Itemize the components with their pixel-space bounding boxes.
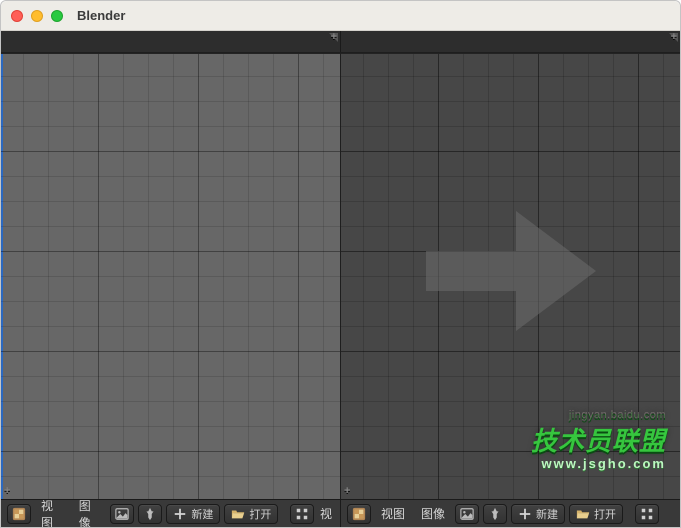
- uv-select-mode-button[interactable]: [290, 504, 314, 524]
- toolbar-left: 视图 图像 新建: [1, 500, 340, 527]
- open-image-label: 打开: [594, 506, 616, 522]
- uv-image-editor-icon: [12, 507, 26, 521]
- header-strip-left: +: [1, 31, 340, 52]
- arrow-right-overlay: [416, 196, 606, 346]
- uv-select-mode-button[interactable]: [635, 504, 659, 524]
- plus-icon: [173, 507, 187, 521]
- browse-image-button[interactable]: [110, 504, 134, 524]
- image-browse-icon: [460, 507, 474, 521]
- new-image-button[interactable]: 新建: [166, 504, 220, 524]
- add-region-icon[interactable]: +: [344, 486, 350, 497]
- image-browse-icon: [115, 507, 129, 521]
- titlebar: Blender: [1, 1, 680, 31]
- add-region-icon[interactable]: +: [331, 32, 337, 43]
- editor-type-selector[interactable]: [7, 504, 31, 524]
- pin-button[interactable]: [138, 504, 162, 524]
- window-maximize-button[interactable]: [51, 10, 63, 22]
- app-window: Blender + + + + jingyan.baidu.: [0, 0, 681, 528]
- footer-toolbars: 视图 图像 新建: [1, 499, 680, 527]
- truncated-label: 视: [318, 505, 334, 522]
- pin-icon: [488, 507, 502, 521]
- menu-view[interactable]: 视图: [375, 505, 411, 522]
- new-image-label: 新建: [536, 506, 558, 522]
- editor-type-selector[interactable]: [347, 504, 371, 524]
- window-close-button[interactable]: [11, 10, 23, 22]
- pin-icon: [143, 507, 157, 521]
- uv-vertex-icon: [295, 507, 309, 521]
- uv-editor-left[interactable]: +: [1, 53, 341, 499]
- toolbar-right: 视图 图像 新建: [340, 500, 680, 527]
- uv-editor-right[interactable]: +: [341, 53, 680, 499]
- menu-image[interactable]: 图像: [73, 500, 107, 527]
- workspace: + + jingyan.baidu.com 技术员联盟 www.jsgho.co…: [1, 53, 680, 499]
- canvas-grid: [1, 54, 340, 499]
- open-image-label: 打开: [249, 506, 271, 522]
- folder-open-icon: [231, 507, 245, 521]
- browse-image-button[interactable]: [455, 504, 479, 524]
- add-region-icon[interactable]: +: [671, 32, 677, 43]
- header-strip-right: +: [340, 31, 680, 52]
- pin-button[interactable]: [483, 504, 507, 524]
- open-image-button[interactable]: 打开: [569, 504, 623, 524]
- add-region-icon[interactable]: +: [4, 486, 10, 497]
- menu-image-partial[interactable]: 图像: [415, 505, 451, 522]
- plus-icon: [518, 507, 532, 521]
- menu-view[interactable]: 视图: [35, 500, 69, 527]
- folder-open-icon: [576, 507, 590, 521]
- uv-vertex-icon: [640, 507, 654, 521]
- window-title: Blender: [77, 8, 125, 23]
- new-image-label: 新建: [191, 506, 213, 522]
- new-image-button[interactable]: 新建: [511, 504, 565, 524]
- open-image-button[interactable]: 打开: [224, 504, 278, 524]
- header-strip: + +: [1, 31, 680, 53]
- uv-image-editor-icon: [352, 507, 366, 521]
- window-minimize-button[interactable]: [31, 10, 43, 22]
